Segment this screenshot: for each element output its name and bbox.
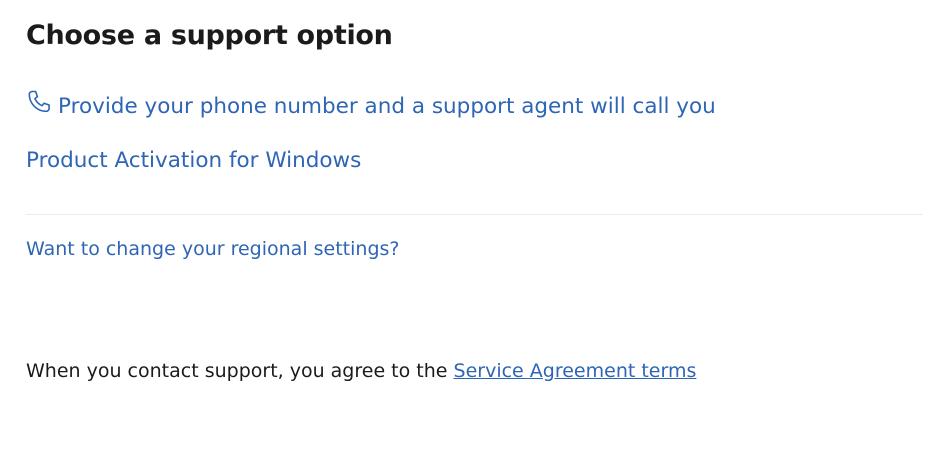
callback-option-link[interactable]: Provide your phone number and a support … [26, 90, 716, 119]
support-options-page: Choose a support option Provide your pho… [0, 0, 940, 472]
regional-settings-link[interactable]: Want to change your regional settings? [26, 238, 400, 260]
product-activation-link[interactable]: Product Activation for Windows [26, 148, 361, 173]
service-agreement-notice: When you contact support, you agree to t… [26, 360, 696, 382]
agreement-text: When you contact support, you agree to t… [26, 360, 448, 382]
service-agreement-terms-link[interactable]: Service Agreement terms [454, 360, 697, 382]
divider [26, 214, 923, 215]
phone-icon [26, 89, 52, 115]
page-title: Choose a support option [26, 20, 393, 51]
callback-option-label: Provide your phone number and a support … [58, 93, 716, 119]
